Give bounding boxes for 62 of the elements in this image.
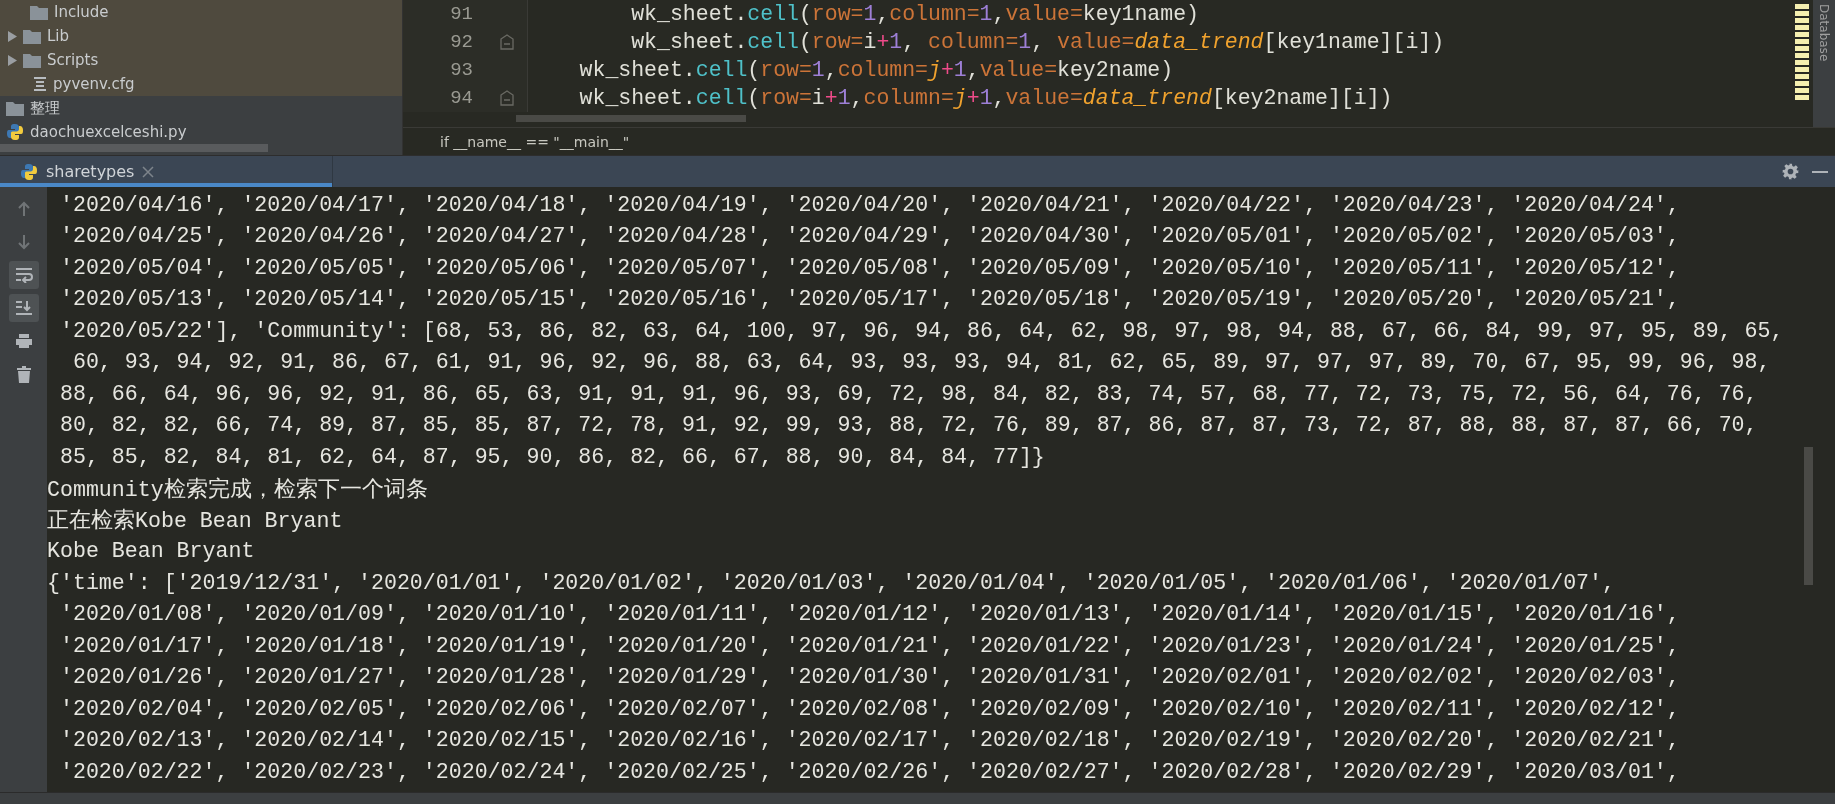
scrollbar-thumb[interactable] <box>1804 447 1813 585</box>
tree-row[interactable]: Include <box>0 0 402 24</box>
fold-marker-icon[interactable] <box>500 90 514 106</box>
folder-icon <box>23 52 41 68</box>
settings-icon[interactable] <box>1781 163 1799 180</box>
scroll-to-end-icon <box>14 300 33 316</box>
trash-icon <box>16 365 31 383</box>
tree-row[interactable]: Scripts <box>0 48 402 72</box>
tree-row[interactable]: Lib <box>0 24 402 48</box>
python-file-icon <box>6 123 24 141</box>
arrow-down-icon <box>15 234 32 250</box>
line-number: 94 <box>449 87 473 109</box>
console-output-line: '2020/05/04', '2020/05/05', '2020/05/06', '2020/05/07', '2020/05/08', '2020/05/09', '2020/05/10', '2020/05/11', '2020/05/12', <box>58 254 1681 282</box>
scrollbar-thumb[interactable] <box>0 144 268 152</box>
toolbar-button[interactable] <box>8 261 39 289</box>
code-line: wk_sheet.cell(row=1,column=1,value=key1name) <box>630 1 1199 28</box>
tree-item-label: Scripts <box>47 51 99 69</box>
console-output-line: 88, 66, 64, 96, 96, 92, 91, 86, 65, 63, 91, 91, 91, 96, 93, 69, 72, 98, 84, 82, 83, 74, 57, 68, 77, 72, 73, 75, 72, 56, 64, 76, 76, <box>58 380 1759 408</box>
breadcrumb[interactable]: if __name__ == "__main__" <box>440 133 630 150</box>
tree-item-label: daochuexcelceshi.py <box>30 123 187 141</box>
console-output-line: '2020/04/25', '2020/04/26', '2020/04/27', '2020/04/28', '2020/04/29', '2020/04/30', '2020/05/01', '2020/05/02', '2020/05/03', <box>58 223 1681 251</box>
tree-item-label: Lib <box>47 27 70 45</box>
console-output-line: 85, 85, 82, 84, 81, 62, 64, 87, 95, 90, 86, 82, 66, 67, 88, 90, 84, 84, 77]} <box>58 443 1046 471</box>
console-output-line: '2020/02/04', '2020/02/05', '2020/02/06', '2020/02/07', '2020/02/08', '2020/02/09', '2020/02/10', '2020/02/11', '2020/02/12', <box>58 695 1681 723</box>
console-output-line: '2020/02/13', '2020/02/14', '2020/02/15', '2020/02/16', '2020/02/17', '2020/02/18', '2020/02/19', '2020/02/20', '2020/02/21', <box>58 727 1681 755</box>
folder-icon <box>30 4 48 20</box>
tree-row[interactable]: pyvenv.cfg <box>0 72 402 96</box>
tree-item-label: 整理 <box>30 98 60 118</box>
console-output-line: 80, 82, 82, 66, 74, 89, 87, 85, 85, 87, 72, 78, 91, 92, 99, 93, 88, 72, 76, 89, 87, 86, 87, 87, 73, 72, 87, 88, 88, 87, 87, 66, 70, <box>58 412 1759 440</box>
python-icon <box>20 162 38 181</box>
console-output-line: {'time': ['2019/12/31', '2020/01/01', '2020/01/02', '2020/01/03', '2020/01/04', '2020/01/05', '2020/01/06', '2020/01/07', <box>47 569 1616 597</box>
console-output-line: '2020/01/26', '2020/01/27', '2020/01/28', '2020/01/29', '2020/01/30', '2020/01/31', '2020/02/01', '2020/02/02', '2020/02/03', <box>58 664 1681 692</box>
console-output-line: Community检索完成，检索下一个词条 <box>47 476 429 504</box>
close-icon[interactable] <box>142 165 155 178</box>
expand-arrow-icon[interactable] <box>8 54 17 66</box>
console-output-line: Kobe Bean Bryant <box>47 538 256 566</box>
console-output-line: 60, 93, 94, 92, 91, 86, 67, 61, 91, 96, 92, 96, 88, 63, 64, 93, 93, 93, 94, 81, 62, 65, 89, 97, 97, 97, 89, 70, 67, 95, 99, 96, 98, <box>71 349 1772 377</box>
soft-wrap-icon <box>14 267 33 283</box>
toolbar-button[interactable] <box>8 294 39 322</box>
line-number: 93 <box>449 59 473 81</box>
code-line: wk_sheet.cell(row=i+1, column=1, value=data_trend[key1name][i]) <box>630 29 1445 56</box>
tree-item-label: Include <box>54 3 109 21</box>
line-number: 91 <box>449 3 473 25</box>
fold-marker-icon[interactable] <box>500 34 514 50</box>
folder-icon <box>23 28 41 44</box>
folder-icon <box>6 100 24 116</box>
printer-icon <box>14 333 33 349</box>
console-output-line: '2020/05/13', '2020/05/14', '2020/05/15', '2020/05/16', '2020/05/17', '2020/05/18', '2020/05/19', '2020/05/20', '2020/05/21', <box>58 286 1681 314</box>
console-output-line: '2020/02/22', '2020/02/23', '2020/02/24', '2020/02/25', '2020/02/26', '2020/02/27', '2020/02/28', '2020/02/29', '2020/03/01', <box>58 758 1681 786</box>
tree-item-label: pyvenv.cfg <box>53 75 135 93</box>
console-output-line: '2020/05/22'], 'Community': [68, 53, 86, 82, 63, 64, 100, 97, 96, 94, 86, 64, 62, 98, 97, 98, 94, 88, 67, 66, 84, 99, 97, 95, 89, 65, <box>58 317 1785 345</box>
console-output-line: '2020/01/08', '2020/01/09', '2020/01/10', '2020/01/11', '2020/01/12', '2020/01/13', '2020/01/14', '2020/01/15', '2020/01/16', <box>58 601 1681 629</box>
config-file-icon <box>33 76 47 92</box>
code-line: wk_sheet.cell(row=1,column=j+1,value=key2name) <box>578 57 1174 84</box>
run-tab[interactable]: sharetypes <box>0 156 333 187</box>
code-line: wk_sheet.cell(row=i+1,column=j+1,value=data_trend[key2name][i]) <box>578 85 1393 112</box>
expand-arrow-icon[interactable] <box>8 30 17 42</box>
console-output-line: 正在检索Kobe Bean Bryant <box>47 507 344 536</box>
console-output-line: '2020/04/16', '2020/04/17', '2020/04/18', '2020/04/19', '2020/04/20', '2020/04/21', '2020/04/22', '2020/04/23', '2020/04/24', <box>58 191 1681 219</box>
line-number: 92 <box>449 31 473 53</box>
scrollbar-thumb[interactable] <box>516 115 746 122</box>
console-output-line: '2020/01/17', '2020/01/18', '2020/01/19', '2020/01/20', '2020/01/21', '2020/01/22', '2020/01/23', '2020/01/24', '2020/01/25', <box>58 632 1681 660</box>
